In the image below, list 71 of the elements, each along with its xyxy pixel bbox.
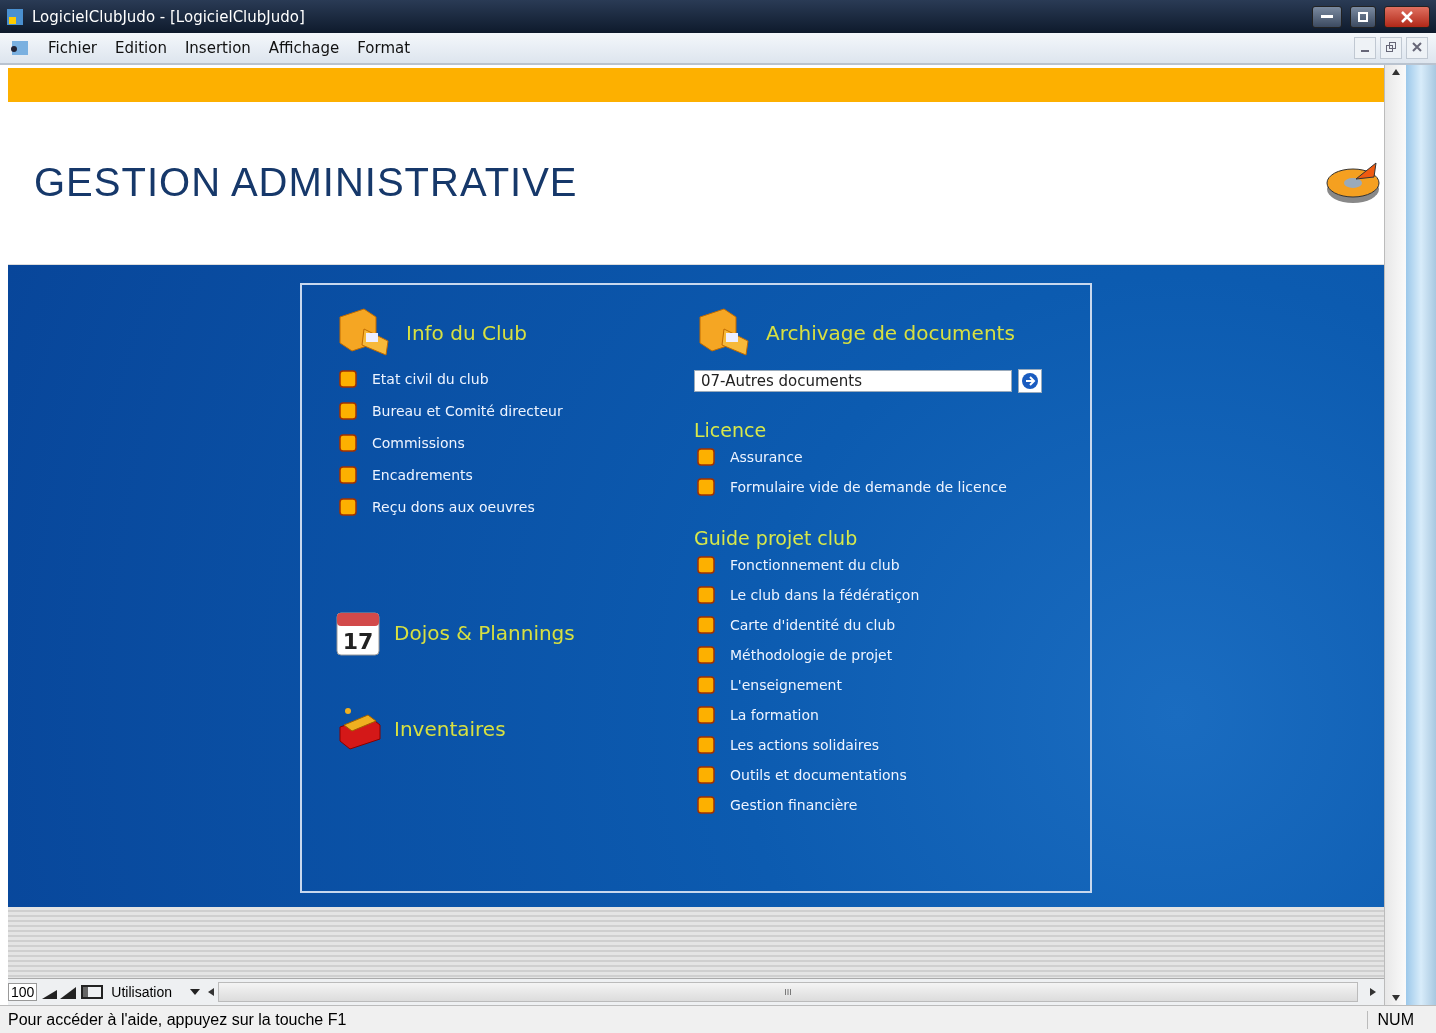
bullet-icon [696, 584, 716, 605]
bullet-icon [696, 674, 716, 695]
bullet-icon [696, 734, 716, 755]
bullet-icon [338, 464, 358, 485]
menu-link[interactable]: Outils et documentations [696, 764, 1090, 785]
bullet-icon [338, 432, 358, 453]
restore-icon [1386, 42, 1396, 52]
maximize-icon [1358, 11, 1368, 22]
restore-button[interactable] [1380, 37, 1402, 59]
menu-link[interactable]: Reçu dons aux oeuvres [338, 496, 694, 517]
bullet-icon [696, 476, 716, 497]
menu-link[interactable]: Carte d'identité du club [696, 614, 1090, 635]
bullet-icon [338, 368, 358, 389]
menu-link[interactable]: Fonctionnement du club [696, 554, 1090, 575]
view-select[interactable]: Utilisation [107, 984, 205, 1001]
menu-link[interactable]: Commissions [338, 432, 694, 453]
go-button[interactable] [1018, 368, 1042, 393]
bullet-icon [696, 554, 716, 575]
page-title: GESTION ADMINISTRATIVE [34, 160, 578, 206]
close-button[interactable] [1384, 5, 1430, 28]
bullet-icon [696, 446, 716, 467]
minimize-icon [1321, 14, 1333, 19]
group-title: Guide projet club [694, 526, 859, 549]
bullet-icon [338, 400, 358, 421]
menu-link[interactable]: Formulaire vide de demande de licence [696, 476, 1090, 497]
chart-icon[interactable] [41, 984, 78, 1001]
close-icon [1401, 10, 1413, 23]
document-icon [8, 39, 30, 57]
bullet-icon [696, 794, 716, 815]
zoom-field[interactable]: 100 [8, 983, 38, 1002]
menu-link[interactable]: Encadrements [338, 464, 694, 485]
bullet-icon [338, 496, 358, 517]
menu-link[interactable]: Bureau et Comité directeur [338, 400, 694, 421]
menu-item[interactable]: Affichage [268, 39, 340, 57]
app-icon [6, 7, 24, 26]
status-message: Pour accéder à l'aide, appuyez sur la touche F1 [8, 1010, 347, 1029]
menu-link[interactable]: Gestion financière [696, 794, 1090, 815]
menu-item[interactable]: Fichier [48, 39, 98, 57]
bullet-icon [696, 644, 716, 665]
vertical-scrollbar[interactable] [1384, 65, 1406, 1005]
horizontal-scrollbar[interactable]: III [218, 982, 1358, 1003]
bullet-icon [696, 614, 716, 635]
minimize-button[interactable] [1312, 5, 1342, 28]
section-link[interactable]: Inventaires [334, 704, 694, 753]
bullet-icon [696, 764, 716, 785]
menu-link[interactable]: Assurance [696, 446, 1090, 467]
section-link[interactable]: 17 Dojos & Plannings [334, 606, 694, 659]
num-lock-indicator: NUM [1366, 1010, 1428, 1029]
section-link[interactable]: Info du Club [334, 306, 694, 359]
menu-link[interactable]: Méthodologie de projet [696, 644, 1090, 665]
close-icon [1412, 42, 1422, 52]
dropdown-caret-icon [190, 989, 201, 996]
document-select[interactable]: 07-Autres documents [694, 369, 1012, 392]
section-link[interactable]: Archivage de documents [694, 306, 1090, 359]
scroll-up-icon[interactable] [1391, 69, 1400, 75]
bullet-icon [696, 704, 716, 725]
menu-item[interactable]: Edition [115, 39, 167, 57]
menu-item[interactable]: Insertion [184, 39, 251, 57]
menu-link[interactable]: L'enseignement [696, 674, 1090, 695]
scroll-left-icon[interactable] [208, 988, 215, 997]
scroll-down-icon[interactable] [1391, 995, 1400, 1001]
group-title: Licence [694, 418, 768, 441]
window-title: LogicielClubJudo - [LogicielClubJudo] [32, 7, 306, 26]
menu-item[interactable]: Format [357, 39, 411, 57]
menu-link[interactable]: Les actions solidaires [696, 734, 1090, 755]
scroll-right-icon[interactable] [1370, 988, 1376, 997]
menu-link[interactable]: Le club dans la fédératiçon [696, 584, 1090, 605]
maximize-button[interactable] [1350, 5, 1376, 28]
menu-link[interactable]: La formation [696, 704, 1090, 725]
menu-link[interactable]: Etat civil du club [338, 368, 694, 389]
layout-icon[interactable] [81, 984, 104, 1001]
